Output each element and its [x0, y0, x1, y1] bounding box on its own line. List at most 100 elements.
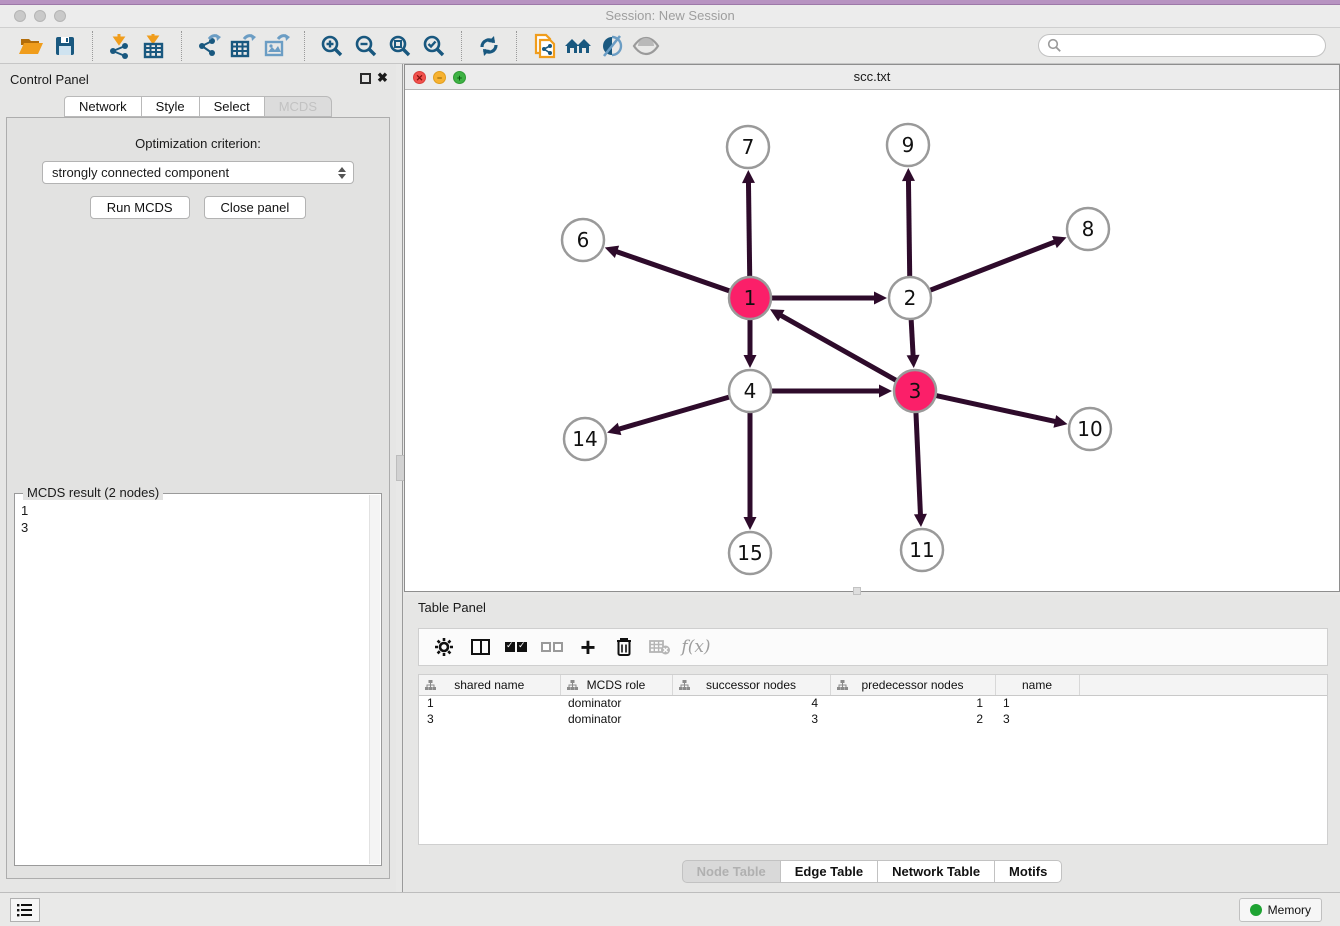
network-view-window: ✕ − + scc.txt 7968124314101511: [404, 64, 1340, 592]
main-toolbar: [0, 28, 1340, 64]
delete-column-icon[interactable]: [609, 632, 639, 662]
column-header-MCDS-role[interactable]: MCDS role: [560, 675, 672, 695]
tab-network[interactable]: Network: [64, 96, 142, 117]
close-panel-button[interactable]: Close panel: [204, 196, 307, 219]
import-network-button[interactable]: [103, 30, 137, 62]
optimization-criterion-value: strongly connected component: [52, 165, 229, 180]
toolbar-separator: [461, 31, 462, 61]
toolbar-separator: [92, 31, 93, 61]
network-window-titlebar[interactable]: ✕ − + scc.txt: [405, 65, 1339, 90]
table-cell[interactable]: 3: [995, 711, 1079, 727]
export-network-button[interactable]: [192, 30, 226, 62]
table-body: 1dominator4113dominator323: [419, 695, 1328, 727]
window-resize-grip[interactable]: [853, 587, 861, 595]
open-session-button[interactable]: [14, 30, 48, 62]
network-canvas[interactable]: 7968124314101511: [405, 90, 1339, 591]
toolbar-separator: [516, 31, 517, 61]
graph-edge-3-11[interactable]: [916, 412, 921, 516]
memory-label: Memory: [1268, 903, 1311, 917]
control-panel: Control Panel ✖ NetworkStyleSelectMCDS O…: [0, 64, 396, 892]
optimization-criterion-select[interactable]: strongly connected component: [42, 161, 354, 184]
tab-select[interactable]: Select: [200, 96, 265, 117]
graph-edge-4-14[interactable]: [618, 397, 730, 430]
import-table-button[interactable]: [137, 30, 171, 62]
tab-mcds[interactable]: MCDS: [265, 96, 332, 117]
table-tabs: Node TableEdge TableNetwork TableMotifs: [404, 860, 1340, 883]
column-header-successor-nodes[interactable]: successor nodes: [672, 675, 830, 695]
select-all-columns-icon[interactable]: [501, 632, 531, 662]
run-mcds-button[interactable]: Run MCDS: [90, 196, 190, 219]
table-cell[interactable]: 1: [419, 695, 560, 711]
export-image-button[interactable]: [260, 30, 294, 62]
control-panel-title: Control Panel: [10, 72, 89, 87]
table-cell[interactable]: 3: [419, 711, 560, 727]
home-button[interactable]: [561, 30, 595, 62]
column-header-predecessor-nodes[interactable]: predecessor nodes: [830, 675, 995, 695]
graph-node-label: 15: [737, 541, 762, 565]
graph-node-label: 6: [577, 228, 590, 252]
result-scrollbar[interactable]: [369, 495, 380, 864]
graph-edge-1-7[interactable]: [748, 181, 749, 277]
graph-edge-3-10[interactable]: [936, 395, 1057, 421]
tab-style[interactable]: Style: [142, 96, 200, 117]
tab-edge-table[interactable]: Edge Table: [781, 860, 878, 883]
table-cell[interactable]: dominator: [560, 695, 672, 711]
graph-edge-2-8[interactable]: [930, 241, 1057, 290]
zoom-out-button[interactable]: [349, 30, 383, 62]
zoom-fit-button[interactable]: [383, 30, 417, 62]
task-history-button[interactable]: [10, 898, 40, 922]
app-window-title: Session: New Session: [0, 8, 1340, 23]
duplicate-network-button[interactable]: [527, 30, 561, 62]
network-graph[interactable]: 7968124314101511: [405, 90, 1339, 591]
app-titlebar: Session: New Session: [0, 5, 1340, 28]
toggle-graphics-details-button[interactable]: [595, 30, 629, 62]
tab-network-table[interactable]: Network Table: [878, 860, 995, 883]
table-cell[interactable]: 4: [672, 695, 830, 711]
table-cell[interactable]: 1: [995, 695, 1079, 711]
graph-node-label: 1: [744, 286, 757, 310]
zoom-in-button[interactable]: [315, 30, 349, 62]
table-cell[interactable]: 3: [672, 711, 830, 727]
table-row[interactable]: 1dominator411: [419, 695, 1328, 711]
save-session-button[interactable]: [48, 30, 82, 62]
graph-node-label: 9: [902, 133, 915, 157]
graph-edge-3-1[interactable]: [780, 315, 897, 381]
table-header-row[interactable]: shared nameMCDS rolesuccessor nodesprede…: [419, 675, 1328, 695]
split-columns-icon[interactable]: [465, 632, 495, 662]
graph-edge-2-9[interactable]: [908, 179, 909, 277]
add-column-icon[interactable]: +: [573, 632, 603, 662]
column-header-shared-name[interactable]: shared name: [419, 675, 560, 695]
control-panel-tabs: NetworkStyleSelectMCDS: [0, 96, 396, 117]
network-window-title: scc.txt: [405, 69, 1339, 84]
graph-edge-2-3[interactable]: [911, 319, 913, 357]
node-table[interactable]: shared nameMCDS rolesuccessor nodesprede…: [418, 674, 1328, 845]
table-cell[interactable]: 2: [830, 711, 995, 727]
graph-node-label: 11: [909, 538, 934, 562]
mcds-result-text[interactable]: 1 3: [15, 496, 369, 865]
optimization-criterion-label: Optimization criterion:: [7, 136, 389, 151]
graph-node-label: 4: [744, 379, 757, 403]
function-builder-icon-disabled: f(x): [681, 632, 711, 662]
graph-edge-arrow: [742, 170, 755, 183]
apply-layout-button[interactable]: [472, 30, 506, 62]
export-table-button[interactable]: [226, 30, 260, 62]
close-panel-icon[interactable]: ✖: [377, 70, 388, 86]
column-header-name[interactable]: name: [995, 675, 1079, 695]
gear-icon[interactable]: [429, 632, 459, 662]
show-hide-eye-icon: [629, 30, 663, 62]
delete-table-icon-disabled: [645, 632, 675, 662]
search-box[interactable]: [1038, 34, 1326, 57]
graph-edge-arrow: [605, 246, 619, 258]
zoom-selected-button[interactable]: [417, 30, 451, 62]
float-panel-icon[interactable]: [360, 73, 371, 84]
tab-node-table[interactable]: Node Table: [682, 860, 781, 883]
table-cell[interactable]: 1: [830, 695, 995, 711]
deselect-all-columns-icon[interactable]: [537, 632, 567, 662]
search-icon: [1047, 38, 1062, 53]
memory-button[interactable]: Memory: [1239, 898, 1322, 922]
graph-edge-1-6[interactable]: [615, 251, 730, 291]
table-cell[interactable]: dominator: [560, 711, 672, 727]
tab-motifs[interactable]: Motifs: [995, 860, 1062, 883]
table-row[interactable]: 3dominator323: [419, 711, 1328, 727]
search-input[interactable]: [1067, 39, 1317, 53]
